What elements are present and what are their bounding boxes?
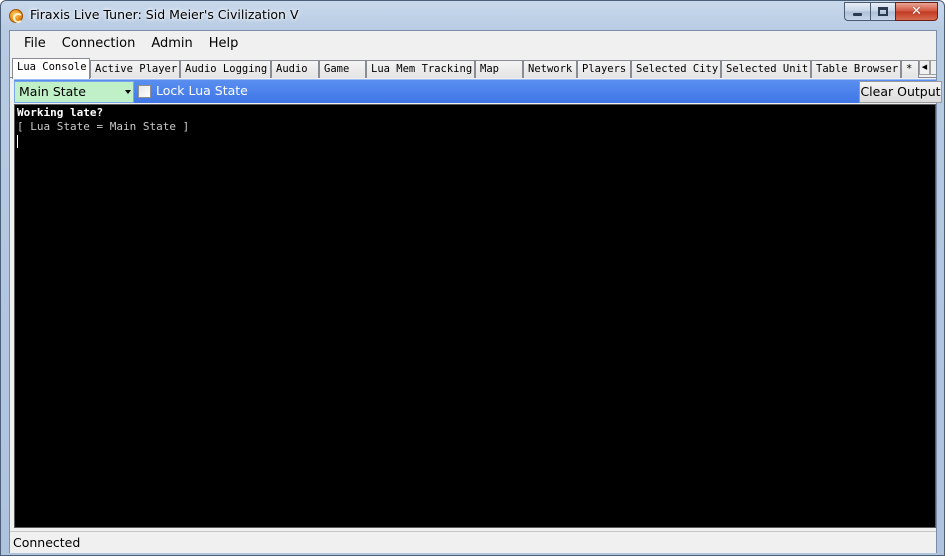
- menu-file[interactable]: File: [16, 31, 54, 57]
- lock-lua-state-checkbox[interactable]: [138, 85, 151, 98]
- minimize-button[interactable]: [844, 2, 870, 21]
- menu-connection[interactable]: Connection: [54, 31, 144, 57]
- lua-state-select-value: Main State: [19, 84, 86, 99]
- minimize-icon: [853, 13, 862, 16]
- status-bar: Connected: [10, 531, 936, 553]
- lua-state-select[interactable]: Main State: [14, 81, 134, 103]
- tab-network[interactable]: Network: [523, 60, 577, 78]
- maximize-icon: [878, 7, 888, 16]
- tab-table-browser[interactable]: Table Browser: [811, 60, 901, 78]
- console-line: Working late?: [17, 106, 104, 119]
- console-line: [ Lua State = Main State ]: [17, 120, 190, 133]
- menu-bar: File Connection Admin Help: [10, 31, 936, 57]
- title-bar[interactable]: Firaxis Live Tuner: Sid Meier's Civiliza…: [1, 1, 944, 30]
- window-title: Firaxis Live Tuner: Sid Meier's Civiliza…: [30, 7, 299, 22]
- tab-audio[interactable]: Audio: [271, 60, 319, 78]
- app-window: Firaxis Live Tuner: Sid Meier's Civiliza…: [0, 0, 945, 556]
- connection-status: Connected: [13, 535, 81, 550]
- lock-lua-state-label[interactable]: Lock Lua State: [156, 82, 248, 100]
- clear-output-button[interactable]: Clear Output: [859, 81, 942, 103]
- tab-strip: Lua Console Active Player Audio Logging …: [10, 58, 936, 79]
- text-caret: [17, 135, 18, 148]
- tab-audio-logging[interactable]: Audio Logging: [180, 60, 271, 78]
- tab-lua-mem-tracking[interactable]: Lua Mem Tracking: [366, 60, 475, 78]
- tab-scroll-left-icon[interactable]: ◀: [919, 60, 930, 75]
- console-toolbar: Main State Lock Lua State Clear Output: [14, 79, 942, 103]
- tab-game[interactable]: Game: [319, 60, 366, 78]
- tab-players[interactable]: Players: [577, 60, 631, 78]
- tab-map[interactable]: Map: [475, 60, 523, 78]
- tab-lua-console[interactable]: Lua Console: [12, 58, 90, 79]
- tab-active-player[interactable]: Active Player: [90, 60, 180, 78]
- console-output[interactable]: Working late? [ Lua State = Main State ]: [14, 104, 936, 528]
- tab-overflow[interactable]: * :: [901, 60, 919, 78]
- close-button[interactable]: ✕: [895, 2, 938, 21]
- tab-selected-city[interactable]: Selected City: [631, 60, 721, 78]
- menu-admin[interactable]: Admin: [143, 31, 200, 57]
- tab-scroll-right-icon[interactable]: [930, 60, 936, 75]
- menu-help[interactable]: Help: [201, 31, 247, 57]
- tab-selected-unit[interactable]: Selected Unit: [721, 60, 811, 78]
- window-controls: ✕: [844, 2, 938, 21]
- chevron-down-icon: [125, 90, 131, 94]
- maximize-button[interactable]: [870, 2, 895, 21]
- client-area: File Connection Admin Help Lua Console A…: [9, 30, 942, 553]
- app-logo-icon: [9, 9, 23, 23]
- close-icon: ✕: [911, 4, 922, 19]
